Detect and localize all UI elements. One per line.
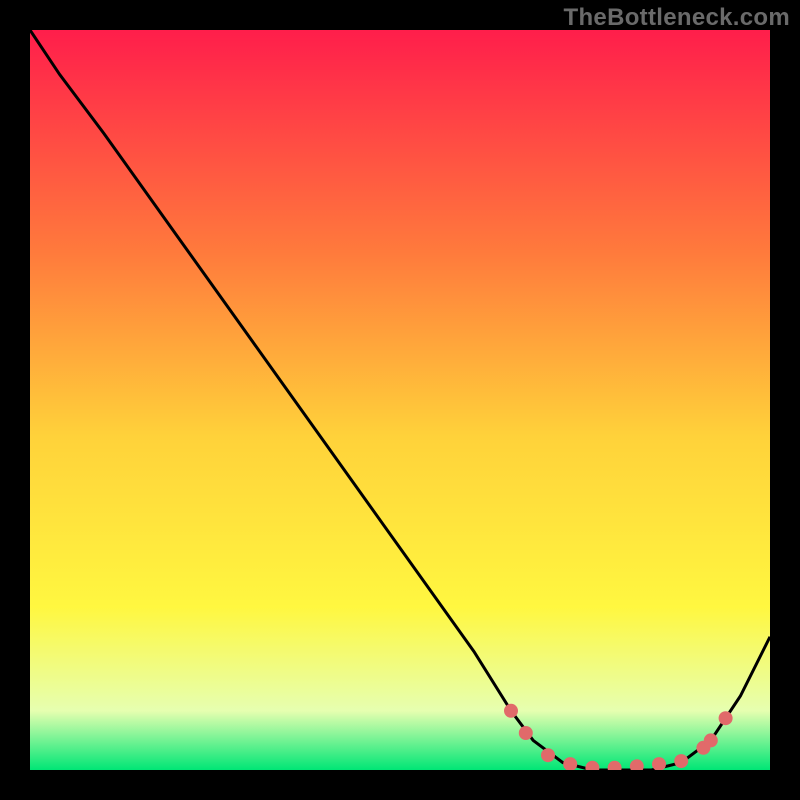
chart-plot: [30, 30, 770, 770]
watermark-text: TheBottleneck.com: [564, 4, 790, 32]
marker-point: [541, 748, 555, 762]
marker-point: [674, 754, 688, 768]
gradient-bg: [30, 30, 770, 770]
frame: TheBottleneck.com: [0, 0, 800, 800]
marker-point: [504, 704, 518, 718]
marker-point: [704, 733, 718, 747]
marker-point: [719, 711, 733, 725]
marker-point: [519, 726, 533, 740]
